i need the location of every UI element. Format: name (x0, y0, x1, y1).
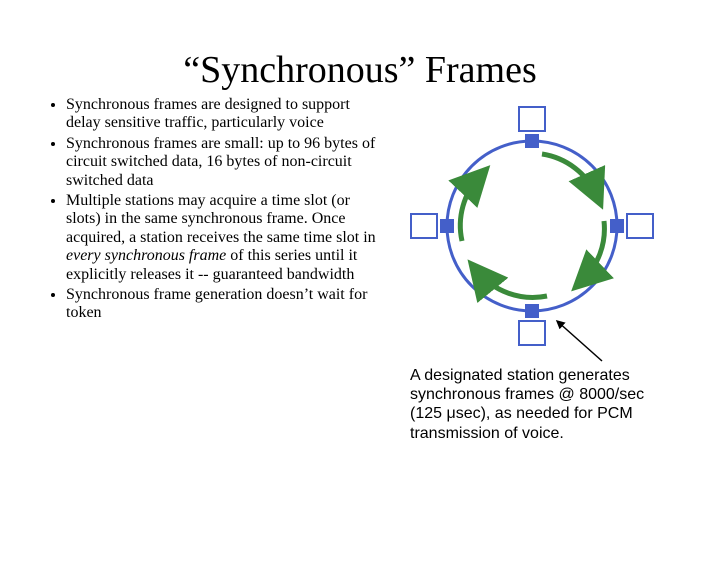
station-node-right (626, 213, 654, 239)
station-node-top (518, 106, 546, 132)
diagram-column: A designated station generates synchrono… (392, 96, 672, 443)
bullet-1: Synchronous frames are designed to suppo… (66, 96, 382, 133)
station-node-bottom (518, 320, 546, 346)
bullet-3: Multiple stations may acquire a time slo… (66, 192, 382, 284)
bullet-3-prefix: Multiple stations may acquire a time slo… (66, 192, 376, 246)
connector-bottom (525, 304, 539, 318)
diagram-caption: A designated station generates synchrono… (392, 366, 672, 443)
bullet-3-em: every synchronous frame (66, 247, 226, 264)
bullet-2: Synchronous frames are small: up to 96 b… (66, 135, 382, 190)
content-area: Synchronous frames are designed to suppo… (0, 96, 720, 443)
connector-right (610, 219, 624, 233)
connector-left (440, 219, 454, 233)
ring-diagram (392, 96, 672, 356)
bullet-4: Synchronous frame generation doesn’t wai… (66, 286, 382, 323)
bullet-list: Synchronous frames are designed to suppo… (48, 96, 382, 443)
station-node-left (410, 213, 438, 239)
connector-top (525, 134, 539, 148)
slide-title: “Synchronous” Frames (0, 48, 720, 92)
